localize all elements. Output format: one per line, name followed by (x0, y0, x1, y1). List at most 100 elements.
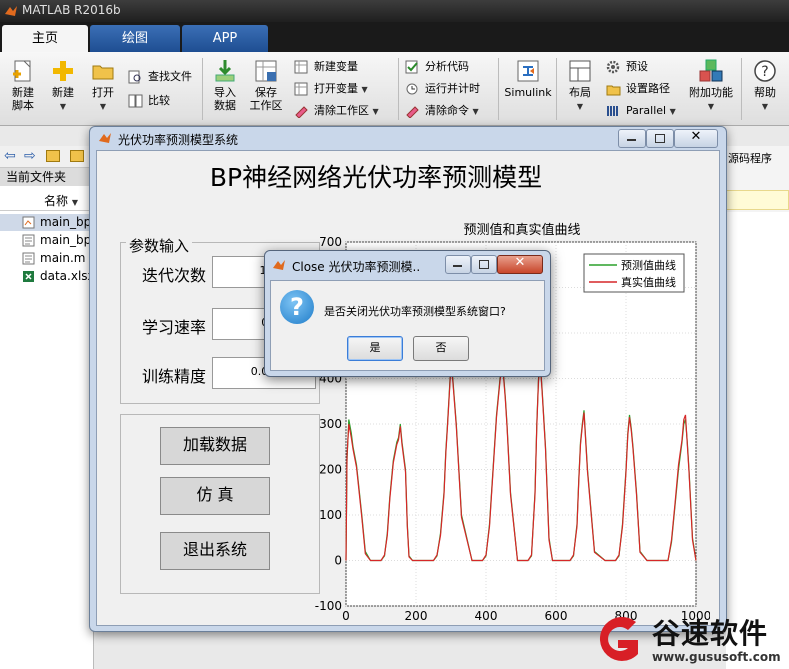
run-and-time-button[interactable]: 运行并计时 (405, 80, 480, 98)
x-tick-label: 200 (405, 609, 428, 623)
set-path-icon (606, 85, 621, 96)
help-label: 帮助 (754, 86, 776, 99)
no-button[interactable]: 否 (413, 336, 469, 361)
ribbon-divider (556, 58, 557, 120)
new-variable-button[interactable]: 新建变量 (294, 58, 358, 76)
new-script-button[interactable]: 新建 脚本 (6, 58, 40, 112)
ribbon-tab-strip: 主页 绘图 APP (0, 22, 789, 52)
clear-commands-dropdown-icon: ▼ (472, 107, 479, 116)
forward-arrow-icon[interactable]: ⇨ (24, 148, 36, 164)
app-title: MATLAB R2016b (22, 3, 121, 17)
browse-folder-icon[interactable] (70, 150, 84, 162)
layout-button[interactable]: 布局 ▼ (563, 58, 597, 113)
simulink-button[interactable]: Simulink (504, 58, 552, 99)
yes-button[interactable]: 是 (347, 336, 403, 361)
new-button[interactable]: 新建 ▼ (46, 58, 80, 113)
ribbon-divider (202, 58, 203, 120)
simulate-button[interactable]: 仿 真 (160, 477, 270, 515)
file-name: main_bp (40, 233, 92, 247)
close-icon: ✕ (514, 255, 526, 270)
dialog-close-button[interactable]: ✕ (497, 255, 543, 274)
layout-dropdown-icon: ▼ (576, 102, 584, 111)
legend-label-actual: 真实值曲线 (621, 275, 676, 289)
new-variable-icon (294, 60, 308, 74)
open-button[interactable]: 打开 ▼ (86, 58, 120, 113)
up-folder-icon[interactable] (46, 150, 60, 162)
load-data-button[interactable]: 加载数据 (160, 427, 270, 465)
tab-home[interactable]: 主页 (2, 25, 88, 52)
open-variable-button[interactable]: 打开变量 ▼ (294, 80, 368, 98)
compare-label: 比较 (148, 94, 170, 107)
dialog-maximize-button[interactable] (471, 255, 497, 274)
training-accuracy-label: 训练精度 (142, 367, 207, 386)
open-label: 打开 (92, 86, 114, 99)
save-workspace-icon (255, 60, 277, 82)
gui-window-icon (99, 133, 111, 143)
fig-file-icon (22, 216, 35, 229)
gear-icon (606, 60, 620, 74)
minimize-icon (453, 265, 462, 267)
addons-button[interactable]: 附加功能 ▼ (686, 58, 736, 113)
find-files-button[interactable]: 查找文件 (128, 68, 192, 86)
save-workspace-button[interactable]: 保存 工作区 (248, 58, 284, 112)
file-name: main.m (40, 251, 86, 265)
y-tick-label: 300 (319, 417, 342, 431)
help-button[interactable]: ? 帮助 ▼ (748, 58, 782, 113)
new-dropdown-icon: ▼ (59, 102, 67, 111)
file-name: data.xlsx (40, 269, 95, 283)
m-file-icon (22, 234, 35, 247)
close-button[interactable]: ✕ (674, 129, 718, 148)
import-data-button[interactable]: 导入 数据 (208, 58, 242, 112)
file-name: main_bp (40, 215, 92, 229)
compare-button[interactable]: 比较 (128, 92, 170, 110)
editor-tab-label[interactable]: 源码程序 (728, 150, 772, 166)
parallel-icon (607, 106, 618, 116)
clear-workspace-icon (295, 106, 308, 118)
y-tick-label: 100 (319, 508, 342, 522)
preferences-button[interactable]: 预设 (606, 58, 648, 76)
addons-dropdown-icon: ▼ (707, 102, 715, 111)
name-column-label: 名称 (44, 194, 69, 208)
new-script-label: 新建 脚本 (12, 86, 34, 112)
y-tick-label: 200 (319, 463, 342, 477)
y-tick-label: 0 (334, 554, 342, 568)
back-arrow-icon[interactable]: ⇦ (4, 148, 16, 164)
find-files-label: 查找文件 (148, 70, 192, 83)
set-path-button[interactable]: 设置路径 (606, 80, 670, 98)
layout-icon (569, 60, 591, 82)
main-title: BP神经网络光伏功率预测模型 (209, 163, 543, 192)
clear-commands-label: 清除命令 (425, 104, 469, 117)
dialog-body (270, 280, 545, 371)
parallel-button[interactable]: Parallel ▼ (606, 102, 676, 120)
dialog-message: 是否关闭光伏功率预测模型系统窗口? (324, 305, 506, 318)
maximize-button[interactable] (646, 129, 674, 148)
clear-commands-button[interactable]: 清除命令 ▼ (405, 102, 479, 120)
clear-workspace-button[interactable]: 清除工作区 ▼ (294, 102, 379, 120)
question-icon: ? (280, 290, 314, 324)
new-variable-label: 新建变量 (314, 60, 358, 73)
dialog-title: Close 光伏功率预测模.. (292, 260, 421, 274)
tab-plots[interactable]: 绘图 (90, 25, 180, 52)
minimize-button[interactable] (618, 129, 646, 148)
x-tick-label: 0 (342, 609, 350, 623)
watermark-url: www.gususoft.com (652, 650, 781, 664)
gui-window-title: 光伏功率预测模型系统 (118, 133, 239, 147)
parameter-panel-title: 参数输入 (126, 235, 193, 256)
dialog-minimize-button[interactable] (445, 255, 471, 274)
tab-apps[interactable]: APP (182, 25, 268, 52)
ribbon-divider (398, 58, 399, 120)
m-file-icon (22, 252, 35, 265)
preferences-label: 预设 (626, 60, 648, 73)
ribbon-toolbar: 新建 脚本 新建 ▼ 打开 ▼ 查找文件 比较 导入 数据 保存 工作区 新建变量 … (0, 52, 789, 126)
exit-system-button[interactable]: 退出系统 (160, 532, 270, 570)
import-data-icon (215, 60, 235, 82)
help-dropdown-icon: ▼ (761, 102, 769, 111)
analyze-code-button[interactable]: 分析代码 (405, 58, 469, 76)
open-variable-dropdown-icon: ▼ (361, 85, 368, 94)
path-navigation-bar: ⇦ ⇨ (0, 146, 94, 168)
close-icon: ✕ (690, 129, 702, 144)
analyze-code-icon (405, 60, 418, 74)
ribbon-divider (741, 58, 742, 120)
find-files-icon (128, 70, 141, 84)
editor-pane[interactable] (726, 212, 789, 669)
